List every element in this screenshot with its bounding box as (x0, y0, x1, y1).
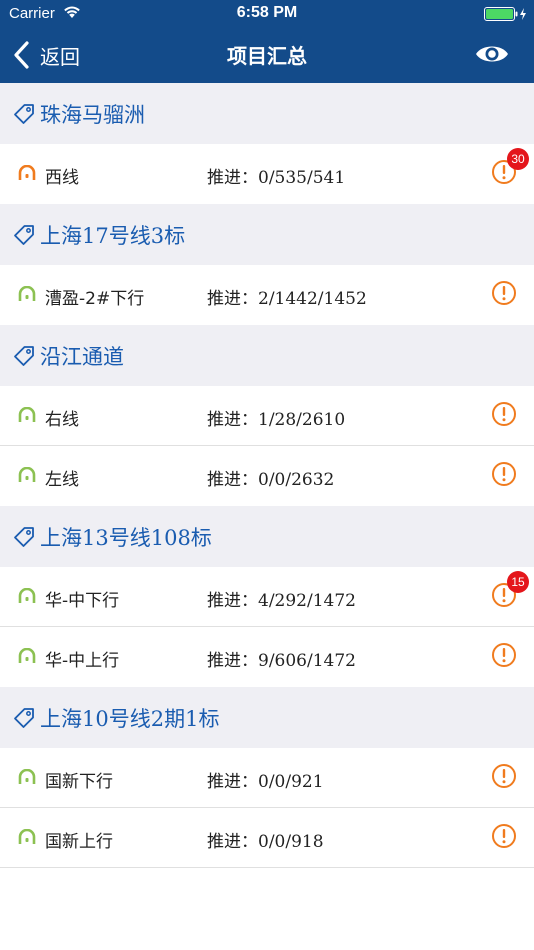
tag-icon (14, 707, 34, 728)
item-name: 国新下行 (45, 772, 113, 792)
tag-icon (14, 345, 34, 366)
list-item[interactable]: 左线 推进：0/0/2632 (0, 446, 534, 506)
status-time: 6:58 PM (236, 4, 298, 21)
list-item[interactable]: 西线 推进：0/535/541 30 (0, 144, 534, 204)
item-progress: 推进：2/1442/1452 (207, 284, 367, 309)
alert-icon[interactable] (491, 280, 517, 306)
tunnel-icon (18, 829, 36, 844)
alert-icon[interactable] (491, 763, 517, 789)
list-item[interactable]: 国新下行 推进：0/0/921 (0, 748, 534, 808)
group-header: 上海13号线108标 (0, 506, 534, 567)
list-item[interactable]: 华-中上行 推进：9/606/1472 (0, 627, 534, 687)
top-bar: Carrier 6:58 PM 返回 项目汇总 (0, 0, 534, 83)
project-list: 珠海马骝洲 西线 推进：0/535/541 30 上海17号线3标 漕盈-2#下行 推进：2… (0, 83, 534, 868)
item-name: 右线 (45, 410, 79, 430)
progress-value: 4/292/1472 (258, 591, 356, 611)
list-item[interactable]: 漕盈-2#下行 推进：2/1442/1452 (0, 265, 534, 325)
group-header: 沿江通道 (0, 325, 534, 386)
group-title: 上海13号线108标 (40, 525, 212, 550)
item-progress: 推进：0/0/921 (207, 767, 324, 792)
item-progress: 推进：0/0/918 (207, 827, 324, 852)
list-item[interactable]: 华-中下行 推进：4/292/1472 15 (0, 567, 534, 627)
tunnel-icon (18, 769, 36, 784)
alert-icon[interactable] (491, 642, 517, 668)
list-item[interactable]: 国新上行 推进：0/0/918 (0, 808, 534, 868)
item-progress: 推进：1/28/2610 (207, 405, 345, 430)
tag-icon (14, 103, 34, 124)
eye-icon[interactable] (474, 40, 510, 68)
progress-label: 推进： (207, 832, 258, 852)
battery-icon (484, 7, 526, 21)
tunnel-icon (18, 407, 36, 422)
back-label: 返回 (40, 44, 80, 69)
tunnel-icon (18, 165, 36, 180)
back-button[interactable]: 返回 (12, 38, 80, 72)
nav-bar: 返回 项目汇总 (0, 28, 534, 83)
progress-label: 推进： (207, 470, 258, 490)
item-name: 左线 (45, 470, 79, 490)
tag-icon (14, 526, 34, 547)
progress-label: 推进： (207, 772, 258, 792)
tunnel-icon (18, 648, 36, 663)
progress-label: 推进： (207, 651, 258, 671)
item-progress: 推进：0/0/2632 (207, 465, 334, 490)
group-title: 上海17号线3标 (40, 223, 186, 248)
tunnel-icon (18, 286, 36, 301)
alert-icon[interactable] (491, 823, 517, 849)
alert-icon[interactable] (491, 401, 517, 427)
alert-count-badge: 30 (507, 148, 529, 170)
progress-label: 推进： (207, 591, 258, 611)
item-name: 漕盈-2#下行 (45, 289, 145, 309)
status-bar: Carrier 6:58 PM (0, 0, 534, 28)
progress-value: 0/0/918 (258, 832, 324, 852)
group-title: 上海10号线2期1标 (40, 706, 220, 731)
tag-icon (14, 224, 34, 245)
progress-value: 1/28/2610 (258, 410, 346, 430)
item-progress: 推进：0/535/541 (207, 163, 345, 188)
item-name: 国新上行 (45, 832, 113, 852)
progress-label: 推进： (207, 168, 258, 188)
tunnel-icon (18, 467, 36, 482)
list-item[interactable]: 右线 推进：1/28/2610 (0, 386, 534, 446)
group-title: 沿江通道 (40, 344, 124, 369)
progress-value: 2/1442/1452 (258, 289, 367, 309)
progress-label: 推进： (207, 289, 258, 309)
alert-count-badge: 15 (507, 571, 529, 593)
item-name: 华-中下行 (45, 591, 120, 611)
alert-icon[interactable] (491, 461, 517, 487)
group-header: 上海17号线3标 (0, 204, 534, 265)
group-header: 上海10号线2期1标 (0, 687, 534, 748)
group-header: 珠海马骝洲 (0, 83, 534, 144)
progress-value: 0/535/541 (258, 168, 346, 188)
item-name: 华-中上行 (45, 651, 120, 671)
item-progress: 推进：9/606/1472 (207, 646, 356, 671)
page-title: 项目汇总 (227, 44, 307, 68)
progress-label: 推进： (207, 410, 258, 430)
group-title: 珠海马骝洲 (40, 102, 145, 127)
tunnel-icon (18, 588, 36, 603)
progress-value: 0/0/2632 (258, 470, 335, 490)
item-name: 西线 (45, 168, 79, 188)
item-progress: 推进：4/292/1472 (207, 586, 356, 611)
progress-value: 0/0/921 (258, 772, 324, 792)
progress-value: 9/606/1472 (258, 651, 356, 671)
chevron-left-icon (14, 41, 29, 69)
